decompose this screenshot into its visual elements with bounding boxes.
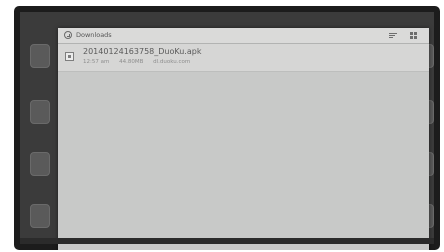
- background-app-icon: [30, 152, 50, 176]
- navigation-bar: [20, 238, 434, 244]
- screen: Downloads 20140124163758_DuoKu.apk 12:57…: [20, 12, 434, 250]
- download-item[interactable]: 20140124163758_DuoKu.apk 12:57 am 44.80M…: [58, 44, 429, 72]
- dialog-header: Downloads: [58, 28, 429, 44]
- device-frame: Downloads 20140124163758_DuoKu.apk 12:57…: [14, 6, 440, 250]
- background-app-icon: [30, 204, 50, 228]
- download-size: 44.80MB: [119, 59, 144, 65]
- checkbox-icon[interactable]: [65, 52, 74, 61]
- download-source: dl.duoku.com: [153, 59, 191, 65]
- download-time: 12:57 am: [83, 59, 110, 65]
- downloads-icon: [64, 31, 72, 39]
- dialog-title: Downloads: [76, 31, 112, 39]
- background-app-icon: [30, 100, 50, 124]
- sort-icon[interactable]: [389, 33, 397, 38]
- download-file-name: 20140124163758_DuoKu.apk: [83, 47, 202, 56]
- download-meta: 12:57 am 44.80MB dl.duoku.com: [83, 59, 198, 65]
- downloads-dialog: Downloads 20140124163758_DuoKu.apk 12:57…: [58, 28, 429, 250]
- grid-view-icon[interactable]: [410, 32, 417, 39]
- background-app-icon: [30, 44, 50, 68]
